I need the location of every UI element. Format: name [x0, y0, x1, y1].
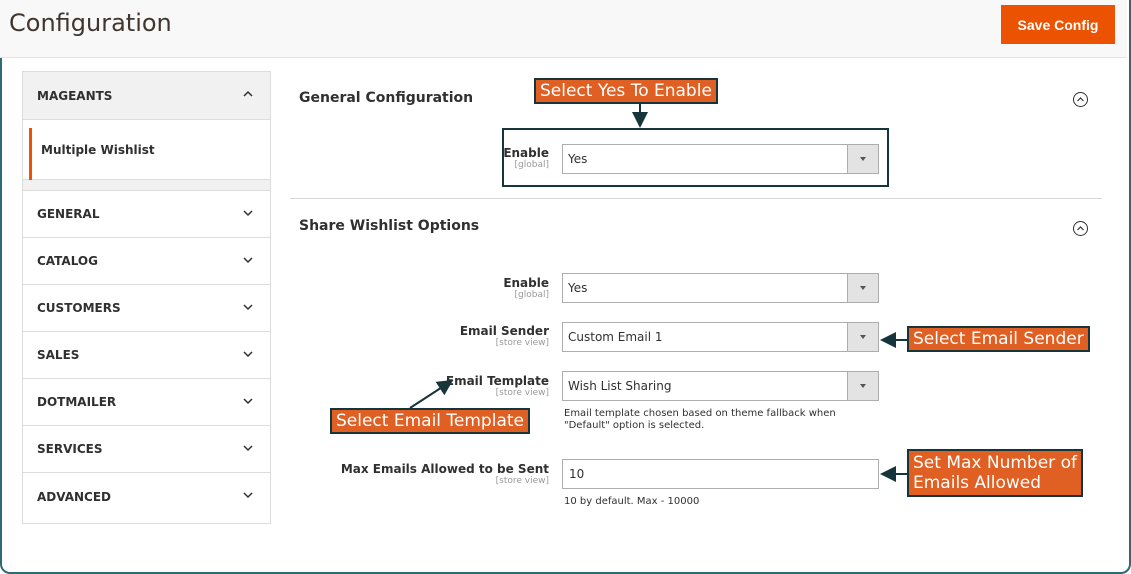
sidebar-item-label: Multiple Wishlist	[41, 142, 155, 157]
chevron-down-icon	[243, 445, 253, 452]
share-enable-select[interactable]: Yes	[562, 273, 879, 303]
field-label-text: Enable	[503, 276, 549, 290]
general-enable-select[interactable]: Yes	[562, 144, 879, 174]
field-scope-text: [store view]	[495, 388, 549, 398]
select-value: Wish List Sharing	[568, 379, 672, 393]
collapse-up-icon[interactable]	[1072, 220, 1089, 237]
email-sender-select[interactable]: Custom Email 1	[562, 322, 879, 352]
callout-line: Emails Allowed	[913, 473, 1042, 493]
sidebar-group-dotmailer[interactable]: DOTMAILER	[23, 379, 270, 426]
sidebar-group-mageants[interactable]: MAGEANTS	[23, 72, 270, 120]
dropdown-arrow-icon	[847, 274, 878, 302]
field-scope-text: [store view]	[495, 338, 549, 348]
max-emails-note: 10 by default. Max - 10000	[564, 496, 700, 507]
general-enable-label: Enable [global]	[279, 146, 549, 171]
sidebar-item-multiple-wishlist[interactable]: Multiple Wishlist	[23, 120, 270, 180]
sidebar-group-general[interactable]: GENERAL	[23, 191, 270, 238]
sidebar-group-label: CATALOG	[37, 254, 98, 268]
select-value: Custom Email 1	[568, 330, 663, 344]
page-title: Configuration	[9, 9, 172, 37]
field-scope-text: [global]	[514, 290, 549, 300]
select-value: Yes	[568, 281, 588, 295]
dropdown-arrow-icon	[847, 145, 878, 173]
sidebar-group-services[interactable]: SERVICES	[23, 426, 270, 473]
field-label-text: Enable	[503, 146, 549, 160]
callout-line: Set Max Number of	[913, 453, 1077, 473]
sidebar-group-label: MAGEANTS	[37, 88, 113, 103]
sidebar-group-catalog[interactable]: CATALOG	[23, 238, 270, 285]
callout-set-max: Set Max Number of Emails Allowed	[907, 449, 1083, 497]
sidebar-group-label: DOTMAILER	[37, 395, 117, 409]
callout-select-template: Select Email Template	[330, 408, 530, 434]
chevron-down-icon	[243, 351, 253, 358]
chevron-down-icon	[243, 257, 253, 264]
sidebar-group-customers[interactable]: CUSTOMERS	[23, 285, 270, 332]
sidebar-group-label: ADVANCED	[37, 489, 112, 504]
share-wishlist-options-title[interactable]: Share Wishlist Options	[299, 218, 479, 234]
chevron-up-icon	[243, 90, 253, 97]
email-template-label: Email Template [store view]	[279, 374, 549, 399]
sidebar-group-label: CUSTOMERS	[37, 301, 121, 315]
share-enable-label: Enable [global]	[279, 276, 549, 301]
collapse-up-icon[interactable]	[1072, 91, 1089, 108]
section-divider	[290, 198, 1102, 199]
field-scope-text: [store view]	[495, 476, 549, 486]
callout-select-yes: Select Yes To Enable	[534, 78, 718, 104]
sidebar-group-advanced[interactable]: ADVANCED	[23, 473, 270, 520]
page-header: Configuration Save Config	[0, 0, 1127, 58]
callout-select-sender: Select Email Sender	[907, 326, 1090, 352]
note-line: "Default" option is selected.	[564, 420, 705, 431]
chevron-down-icon	[243, 492, 253, 499]
select-value: Yes	[568, 152, 588, 166]
field-label-text: Email Sender	[459, 324, 549, 338]
email-template-select[interactable]: Wish List Sharing	[562, 371, 879, 401]
dropdown-arrow-icon	[847, 372, 878, 400]
note-line: Email template chosen based on theme fal…	[564, 408, 836, 419]
max-emails-input[interactable]: 10	[562, 459, 879, 489]
chevron-down-icon	[243, 398, 253, 405]
field-scope-text: [global]	[514, 160, 549, 170]
general-configuration-title[interactable]: General Configuration	[299, 90, 473, 106]
email-sender-label: Email Sender [store view]	[279, 324, 549, 349]
email-template-note: Email template chosen based on theme fal…	[564, 408, 836, 432]
field-label-text: Max Emails Allowed to be Sent	[340, 462, 549, 476]
sidebar-group-label: GENERAL	[37, 207, 100, 221]
sidebar-separator	[23, 180, 270, 191]
sidebar-group-sales[interactable]: SALES	[23, 332, 270, 379]
input-value: 10	[569, 467, 585, 481]
save-config-button[interactable]: Save Config	[1001, 5, 1115, 44]
sidebar-group-label: SERVICES	[37, 442, 103, 456]
dropdown-arrow-icon	[847, 323, 878, 351]
field-label-text: Email Template	[445, 374, 549, 388]
config-sidebar: MAGEANTS Multiple Wishlist GENERAL CATAL…	[22, 71, 271, 524]
chevron-down-icon	[243, 210, 253, 217]
chevron-down-icon	[243, 304, 253, 311]
max-emails-label: Max Emails Allowed to be Sent [store vie…	[279, 462, 549, 487]
sidebar-group-label: SALES	[37, 348, 80, 362]
